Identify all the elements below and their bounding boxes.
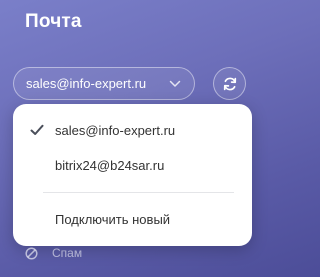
refresh-button[interactable] (213, 67, 246, 100)
dropdown-item-account[interactable]: sales@info-expert.ru (13, 113, 252, 147)
folder-item-spam[interactable]: Спам (25, 244, 82, 262)
account-select-value: sales@info-expert.ru (26, 76, 147, 91)
dropdown-item-label: bitrix24@b24sar.ru (55, 157, 165, 173)
account-dropdown-menu: sales@info-expert.ru bitrix24@b24sar.ru … (13, 104, 252, 246)
folder-item-label: Спам (52, 246, 83, 260)
refresh-icon (222, 76, 238, 92)
chevron-down-icon (168, 77, 182, 91)
dropdown-item-label: sales@info-expert.ru (55, 122, 176, 138)
connect-new-mailbox-item[interactable]: Подключить новый (13, 202, 252, 236)
connect-new-label: Подключить новый (55, 211, 171, 227)
page-title: Почта (25, 11, 82, 32)
dropdown-divider (43, 192, 234, 193)
check-icon (30, 123, 44, 137)
dropdown-item-account[interactable]: bitrix24@b24sar.ru (13, 148, 252, 182)
account-select[interactable]: sales@info-expert.ru (13, 67, 195, 100)
ban-icon (25, 246, 38, 260)
